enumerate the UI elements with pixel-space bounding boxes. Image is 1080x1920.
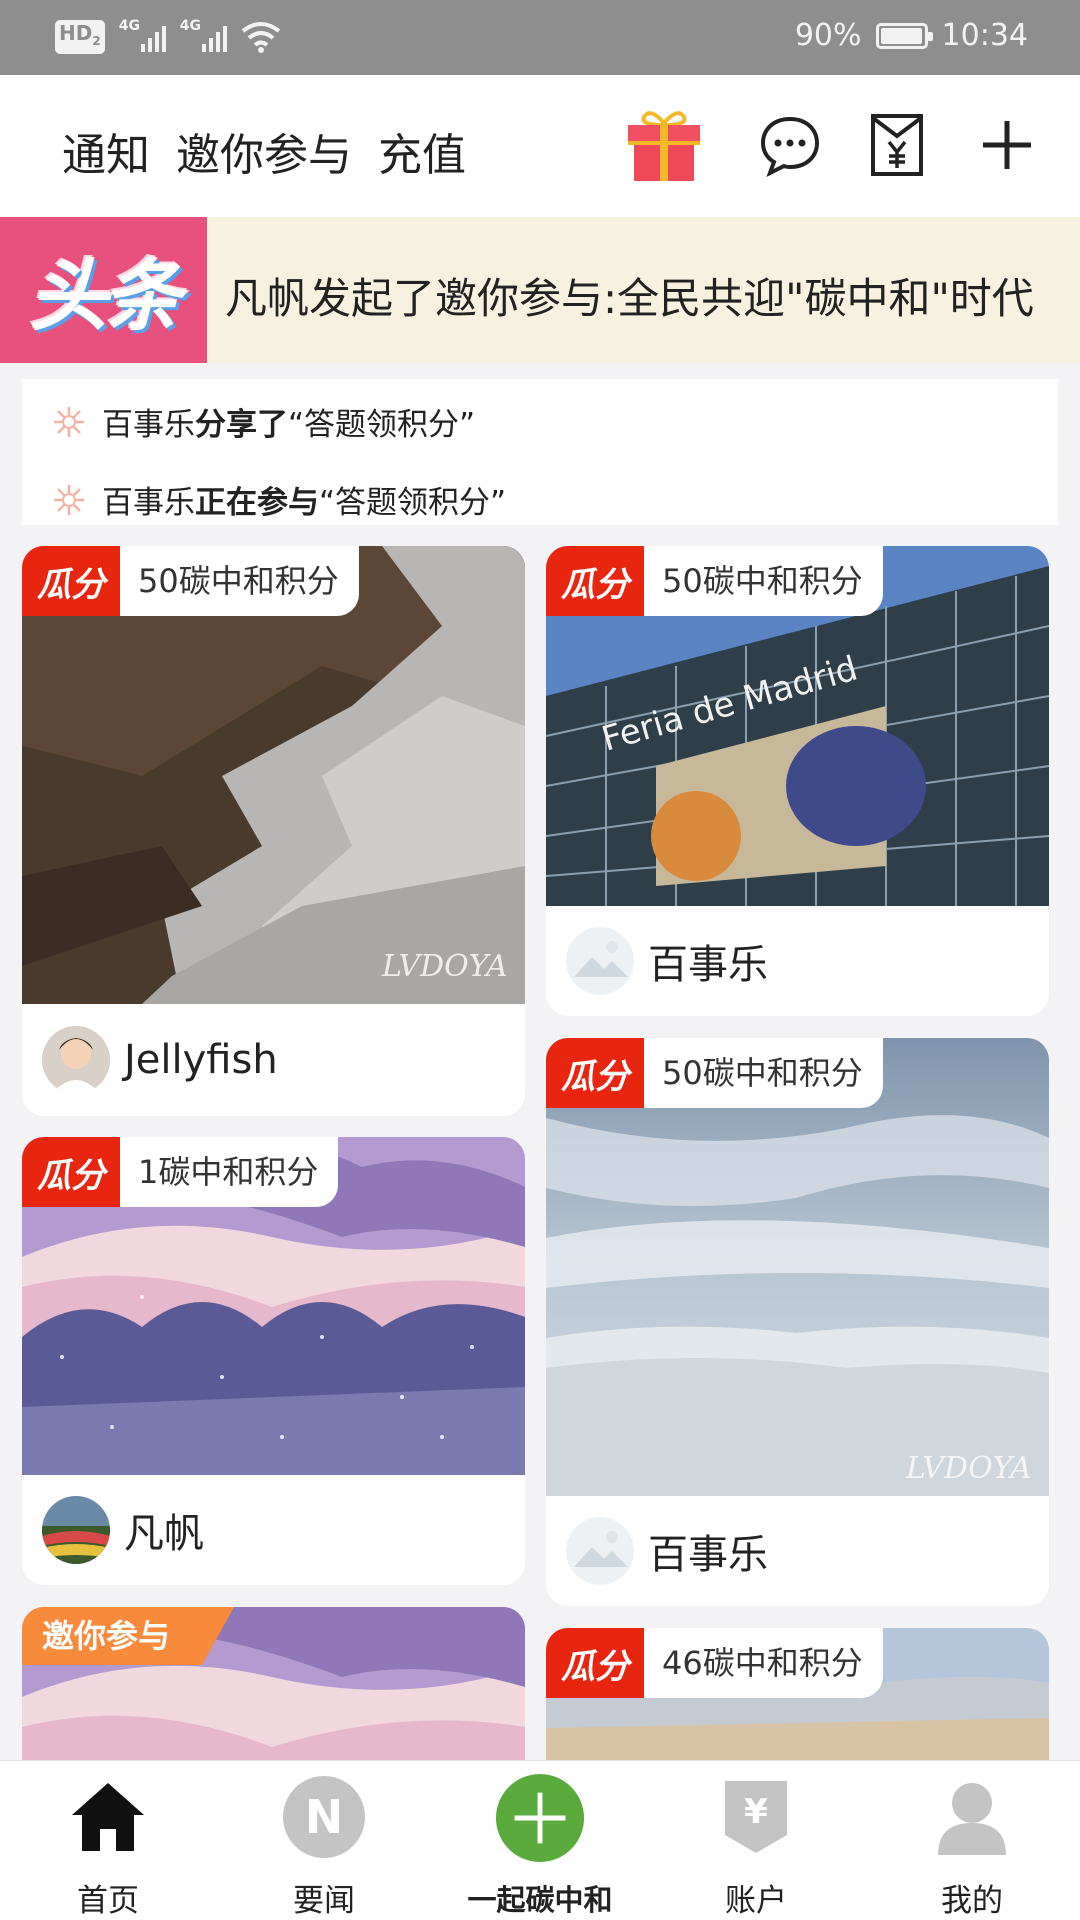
- news-n-icon: N: [279, 1773, 369, 1861]
- headline-text: 凡帆发起了邀你参与:全民共迎"碳中和"时代: [225, 274, 1034, 323]
- chat-bubble-icon[interactable]: [750, 105, 830, 185]
- activity-user: 百事乐: [102, 407, 195, 443]
- nav-me[interactable]: 我的: [864, 1761, 1080, 1920]
- signal-icon: 4G: [119, 18, 166, 52]
- yuan-envelope-icon[interactable]: [857, 105, 937, 185]
- headline-badge: 头条: [0, 217, 207, 363]
- author-name: 百事乐: [648, 1532, 768, 1578]
- nav-label: 一起碳中和: [467, 1883, 613, 1917]
- top-tabs: 通知 邀你参与 充值: [62, 119, 466, 183]
- tab-invite[interactable]: 邀你参与: [176, 119, 352, 183]
- svg-text:¥: ¥: [744, 1792, 768, 1832]
- activity-item[interactable]: 百事乐 分享了 “答题领积分”: [52, 399, 475, 444]
- add-circle-icon: [495, 1773, 585, 1863]
- account-yuan-icon: ¥: [711, 1773, 801, 1861]
- nav-label: 要闻: [293, 1883, 355, 1919]
- sparkle-icon: [54, 484, 84, 515]
- reward-badge: 瓜分 1碳中和积分: [22, 1137, 339, 1207]
- reward-text: 46碳中和积分: [662, 1644, 863, 1682]
- avatar: [566, 1517, 634, 1585]
- nav-label: 账户: [725, 1883, 787, 1919]
- card-author-row: Jellyfish: [22, 1004, 525, 1116]
- reward-tag: 瓜分: [22, 546, 120, 616]
- nav-label: 首页: [77, 1883, 139, 1919]
- reward-tag: 瓜分: [546, 1038, 644, 1108]
- home-icon: [63, 1773, 153, 1861]
- reward-text: 50碳中和积分: [662, 1054, 863, 1092]
- author-name: Jellyfish: [124, 1037, 278, 1083]
- activity-action: 分享了: [195, 407, 288, 443]
- watermark: LVDOYA: [381, 949, 508, 984]
- watermark: LVDOYA: [905, 1451, 1032, 1486]
- activity-user: 百事乐: [102, 485, 195, 521]
- avatar: [42, 1496, 110, 1564]
- avatar: [42, 1026, 110, 1094]
- author-name: 百事乐: [648, 942, 768, 988]
- activity-title: “答题领积分”: [288, 407, 476, 443]
- gift-icon[interactable]: [624, 105, 704, 185]
- hd-icon: HD2: [55, 20, 105, 54]
- reward-tag: 瓜分: [22, 1137, 120, 1207]
- plus-icon[interactable]: [967, 105, 1047, 185]
- avatar: [566, 927, 634, 995]
- battery-percent: 90%: [794, 18, 862, 53]
- post-card[interactable]: Feria de Madrid 瓜分 50碳中和积分 百事乐: [546, 546, 1049, 1016]
- person-icon: [927, 1773, 1017, 1861]
- post-card[interactable]: LVDOYA 瓜分 50碳中和积分 百事乐: [546, 1038, 1049, 1606]
- sparkle-icon: [54, 406, 84, 437]
- post-card[interactable]: 瓜分 1碳中和积分 凡帆: [22, 1137, 525, 1585]
- author-name: 凡帆: [124, 1511, 204, 1557]
- activity-item[interactable]: 百事乐 正在参与 “答题领积分”: [52, 477, 506, 522]
- tab-notifications[interactable]: 通知: [62, 119, 150, 183]
- bottom-nav: 首页 N 要闻 一起碳中和 ¥ 账户 我的: [0, 1760, 1080, 1920]
- card-author-row: 凡帆: [22, 1475, 525, 1585]
- reward-badge: 瓜分 50碳中和积分: [22, 546, 359, 616]
- card-author-row: 百事乐: [546, 1496, 1049, 1606]
- activity-feed: 百事乐 分享了 “答题领积分” 百事乐 正在参与 “答题领积分”: [22, 379, 1058, 525]
- signal-icon-2: 4G: [180, 18, 227, 52]
- reward-badge: 瓜分 46碳中和积分: [546, 1628, 883, 1698]
- reward-badge: 瓜分 50碳中和积分: [546, 1038, 883, 1108]
- activity-title: “答题领积分”: [319, 485, 507, 521]
- tab-recharge[interactable]: 充值: [378, 119, 466, 183]
- reward-tag: 瓜分: [546, 1628, 644, 1698]
- activity-action: 正在参与: [195, 485, 319, 521]
- card-author-row: 百事乐: [546, 906, 1049, 1016]
- invite-tag: 邀你参与: [22, 1607, 234, 1665]
- nav-label: 我的: [941, 1883, 1003, 1919]
- reward-badge: 瓜分 50碳中和积分: [546, 546, 883, 616]
- battery-icon: [875, 22, 933, 49]
- headline-banner[interactable]: 头条 凡帆发起了邀你参与:全民共迎"碳中和"时代: [0, 217, 1080, 363]
- nav-carbon-neutral[interactable]: 一起碳中和: [432, 1761, 648, 1920]
- clock: 10:34: [941, 18, 1028, 53]
- reward-text: 50碳中和积分: [662, 562, 863, 600]
- reward-text: 50碳中和积分: [138, 562, 339, 600]
- reward-tag: 瓜分: [546, 546, 644, 616]
- status-bar: HD2 4G 4G 90% 10:34: [0, 0, 1080, 75]
- reward-text: 1碳中和积分: [138, 1153, 319, 1191]
- post-card[interactable]: LVDOYA 瓜分 50碳中和积分 Jellyfish: [22, 546, 525, 1116]
- nav-news[interactable]: N 要闻: [216, 1761, 432, 1920]
- nav-home[interactable]: 首页: [0, 1761, 216, 1920]
- wifi-icon: [241, 22, 280, 53]
- nav-account[interactable]: ¥ 账户: [648, 1761, 864, 1920]
- top-header: 通知 邀你参与 充值: [0, 75, 1080, 217]
